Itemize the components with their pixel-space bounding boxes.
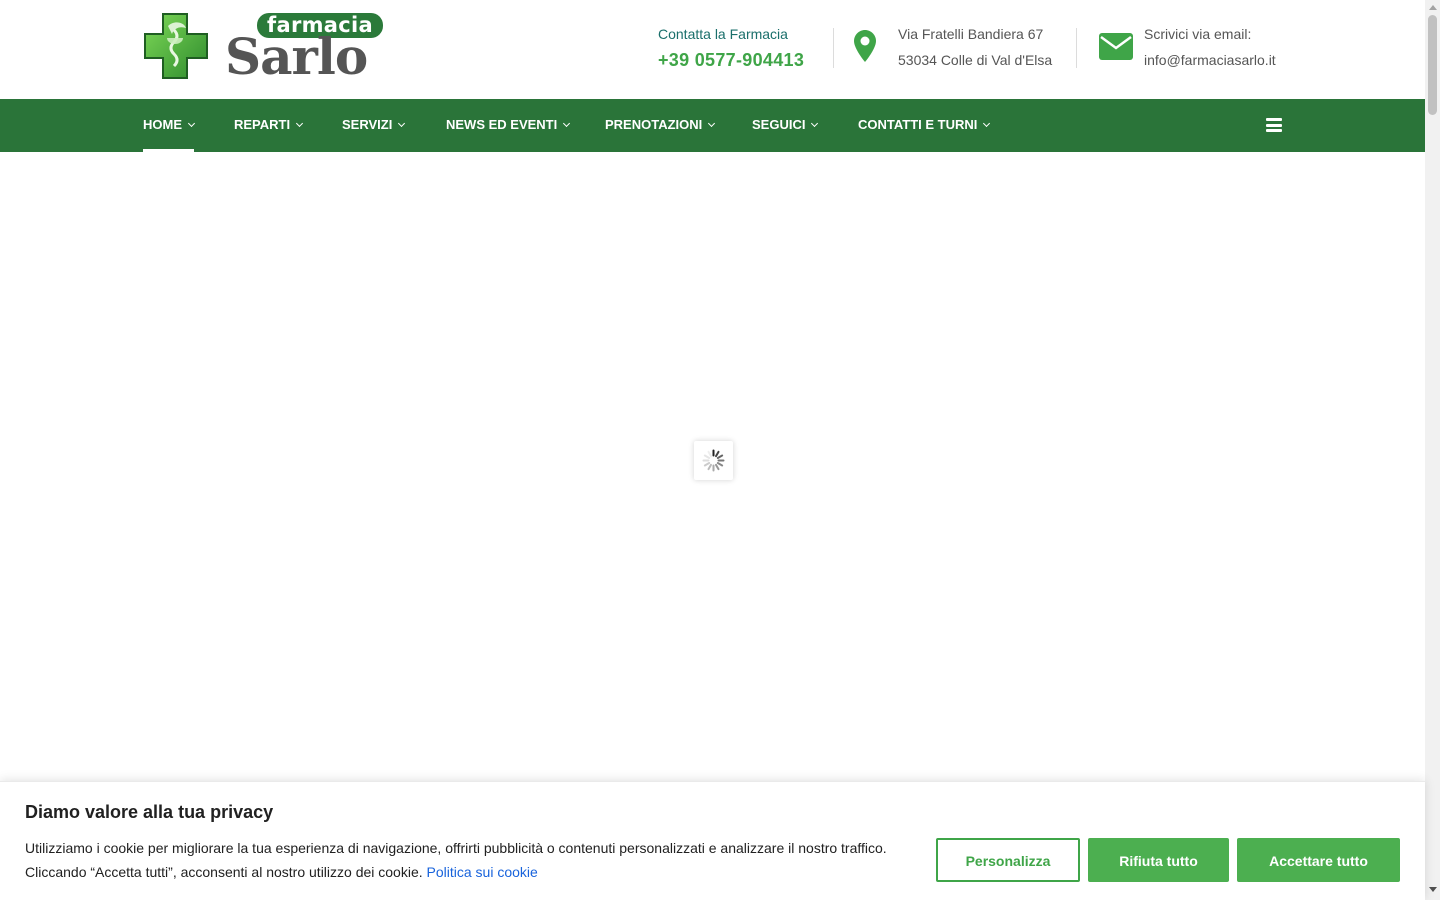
nav-item-reparti[interactable]: REPARTI [234,99,304,152]
cookie-description: Utilizziamo i cookie per migliorare la t… [25,836,905,884]
nav-item-news-ed-eventi[interactable]: NEWS ED EVENTI [446,99,571,152]
nav-item-label: SEGUICI [752,117,806,132]
nav-item-home[interactable]: HOME [143,99,196,152]
site-header: farmacia Sarlo Contatta la Farmacia +39 … [0,0,1425,99]
customize-button[interactable]: Personalizza [936,838,1080,882]
nav-item-label: HOME [143,117,182,132]
address-line-1: Via Fratelli Bandiera 67 [898,26,1044,42]
chevron-down-icon [398,119,406,128]
nav-item-prenotazioni[interactable]: PRENOTAZIONI [605,99,716,152]
email-link[interactable]: info@farmaciasarlo.it [1144,47,1276,73]
header-divider [1076,28,1077,68]
nav-item-label: NEWS ED EVENTI [446,117,558,132]
pharmacy-cross-icon [144,13,208,79]
nav-item-servizi[interactable]: SERVIZI [342,99,406,152]
address-line-2: 53034 Colle di Val d'Elsa [898,52,1053,68]
nav-item-contatti-e-turni[interactable]: CONTATTI E TURNI [858,99,991,152]
main-nav: HOME REPARTI SERVIZI NEWS ED EVENTI PREN… [0,99,1425,152]
chevron-down-icon [811,119,819,128]
accept-all-button[interactable]: Accettare tutto [1237,838,1400,882]
scrollbar-thumb[interactable] [1428,15,1437,115]
reject-all-button[interactable]: Rifiuta tutto [1088,838,1229,882]
map-pin-icon [854,30,876,62]
cookie-title: Diamo valore alla tua privacy [25,802,274,822]
scroll-up-arrow-icon[interactable] [1429,5,1437,10]
hamburger-icon[interactable] [1266,118,1282,132]
address-contact: Via Fratelli Bandiera 67 53034 Colle di … [898,24,1052,73]
phone-number-link[interactable]: +39 0577-904413 [658,50,804,71]
cookie-banner: Diamo valore alla tua privacy Utilizziam… [0,781,1425,900]
envelope-icon [1099,33,1133,60]
nav-item-label: PRENOTAZIONI [605,117,703,132]
chevron-down-icon [563,119,571,128]
nav-item-label: CONTATTI E TURNI [858,117,978,132]
spinner-icon [694,441,733,480]
nav-item-label: SERVIZI [342,117,393,132]
scroll-down-arrow-icon[interactable] [1429,887,1437,892]
logo-wordmark: Sarlo [225,27,368,86]
chevron-down-icon [187,119,196,128]
phone-label: Contatta la Farmacia [658,26,788,42]
phone-contact: Contatta la Farmacia +39 0577-904413 [658,24,804,71]
email-label: Scrivici via email: [1144,26,1252,42]
nav-item-label: REPARTI [234,117,291,132]
email-contact: Scrivici via email: info@farmaciasarlo.i… [1144,24,1276,73]
header-divider [833,28,834,68]
cookie-policy-link[interactable]: Politica sui cookie [427,864,538,880]
page-scrollbar[interactable] [1425,0,1440,900]
site-logo[interactable]: farmacia Sarlo [143,12,385,86]
nav-item-seguici[interactable]: SEGUICI [752,99,819,152]
chevron-down-icon [708,119,716,128]
chevron-down-icon [296,119,304,128]
chevron-down-icon [983,119,991,128]
